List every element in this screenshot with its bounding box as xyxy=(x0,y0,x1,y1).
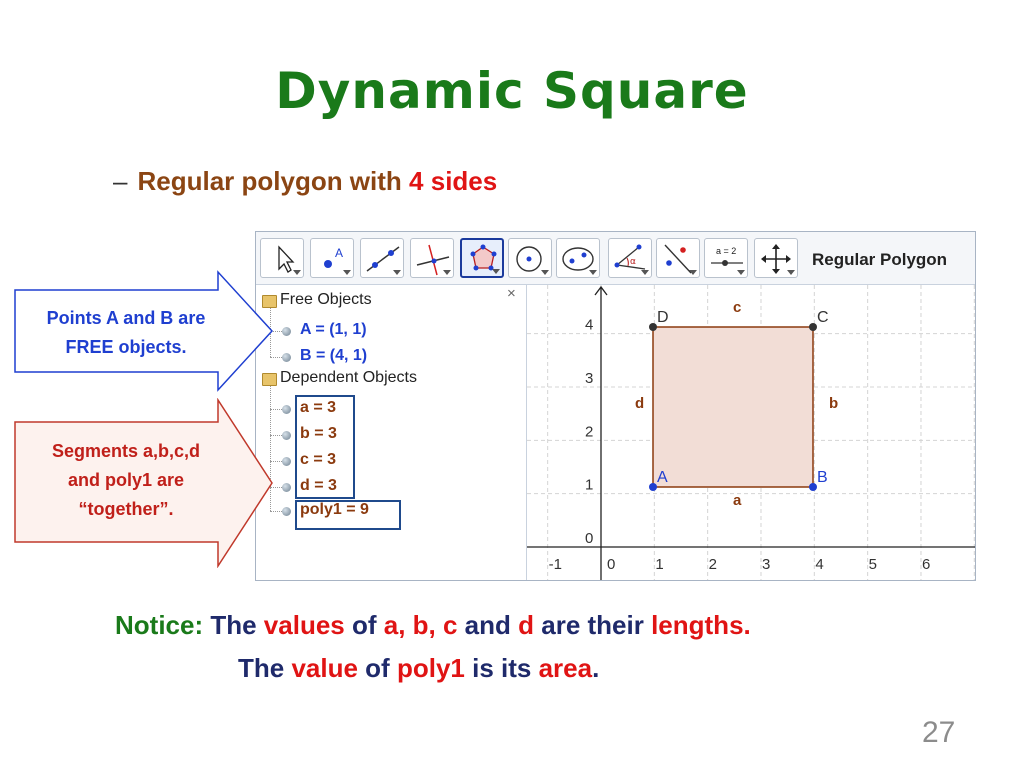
reflect-tool-button[interactable] xyxy=(656,238,700,278)
free-objects-callout-text: Points A and B are FREE objects. xyxy=(18,304,234,362)
y-tick-label: 1 xyxy=(585,477,593,494)
visibility-toggle-icon[interactable] xyxy=(282,507,291,516)
dependent-objects-header[interactable]: Dependent Objects xyxy=(280,369,417,387)
segment-c-label: c xyxy=(733,299,741,316)
slide-subtitle: – Regular polygon with 4 sides xyxy=(113,166,497,197)
y-tick-label: 4 xyxy=(585,317,593,334)
dependent-object-d[interactable]: d = 3 xyxy=(300,477,337,495)
notice-highlight: poly1 xyxy=(396,653,465,683)
svg-text:a = 2: a = 2 xyxy=(716,246,736,256)
y-tick-label: 3 xyxy=(585,370,593,387)
regular-polygon-tool-button[interactable] xyxy=(460,238,504,278)
y-tick-label: 0 xyxy=(585,530,593,547)
svg-text:α: α xyxy=(630,257,636,267)
polygon-poly1[interactable] xyxy=(653,327,813,487)
visibility-toggle-icon[interactable] xyxy=(282,457,291,466)
notice-highlight: a, b, c xyxy=(383,610,458,640)
callout-line: Segments a,b,c,d xyxy=(51,441,201,461)
point-c-label: C xyxy=(817,309,829,326)
notice-highlight: area xyxy=(538,653,593,683)
dependent-object-a[interactable]: a = 3 xyxy=(300,399,336,417)
selected-tool-name: Regular Polygon xyxy=(812,250,948,269)
algebra-view: × Free Objects A = (1, 1) B = (4, 1) Dep… xyxy=(256,285,527,580)
notice-line-2: The value of poly1 is its area. xyxy=(238,653,599,684)
free-object-b[interactable]: B = (4, 1) xyxy=(300,347,367,365)
geogebra-window: A α a = 2 Regular Polygon × Free Objects… xyxy=(255,231,976,581)
slide-title: Dynamic Square xyxy=(275,62,749,120)
x-tick-label: 3 xyxy=(762,556,770,573)
visibility-toggle-icon[interactable] xyxy=(282,483,291,492)
move-graphics-tool-button[interactable] xyxy=(754,238,798,278)
notice-text: of xyxy=(344,610,384,640)
slider-tool-button[interactable]: a = 2 xyxy=(704,238,748,278)
callout-line: and poly1 are xyxy=(67,470,185,490)
x-tick-label: -1 xyxy=(549,556,562,573)
segment-d-label: d xyxy=(635,395,644,412)
segment-b-label: b xyxy=(829,395,838,412)
notice-highlight: value xyxy=(291,653,358,683)
y-tick-label: 2 xyxy=(585,423,593,440)
notice-highlight: lengths. xyxy=(651,610,751,640)
notice-line-1: Notice: The values of a, b, c and d are … xyxy=(115,610,751,641)
x-tick-label: 5 xyxy=(869,556,877,573)
svg-text:A: A xyxy=(335,246,343,260)
circle-tool-button[interactable] xyxy=(508,238,552,278)
line-tool-button[interactable] xyxy=(360,238,404,278)
point-c[interactable] xyxy=(809,323,817,331)
graphics-view[interactable]: -1 0 1 2 3 4 5 6 0 1 2 3 4 A B C D a b c d xyxy=(527,285,975,580)
point-d-label: D xyxy=(657,309,669,326)
regular-polygon-icon xyxy=(470,244,497,271)
angle-tool-button[interactable]: α xyxy=(608,238,652,278)
notice-text: is its xyxy=(464,653,539,683)
x-tick-label: 0 xyxy=(607,556,615,573)
dependent-object-poly1[interactable]: poly1 = 9 xyxy=(300,501,369,519)
notice-label: Notice: xyxy=(115,610,204,640)
notice-text: The xyxy=(203,610,264,640)
point-b[interactable] xyxy=(809,483,817,491)
segment-a-label: a xyxy=(733,492,742,509)
dependent-object-c[interactable]: c = 3 xyxy=(300,451,336,469)
subtitle-prefix: Regular polygon with xyxy=(137,166,402,196)
subtitle-highlight: 4 sides xyxy=(409,166,498,196)
visibility-toggle-icon[interactable] xyxy=(282,431,291,440)
coordinate-plane[interactable]: -1 0 1 2 3 4 5 6 0 1 2 3 4 A B C D a b c d xyxy=(527,285,975,580)
notice-text: . xyxy=(592,653,600,683)
callout-line: Points A and B are xyxy=(46,308,206,328)
notice-text: and xyxy=(457,610,519,640)
notice-text: are their xyxy=(534,610,652,640)
free-object-a[interactable]: A = (1, 1) xyxy=(300,321,367,339)
x-tick-label: 4 xyxy=(815,556,823,573)
free-objects-header[interactable]: Free Objects xyxy=(280,291,372,309)
x-tick-label: 6 xyxy=(922,556,930,573)
callout-line: FREE objects. xyxy=(65,337,187,357)
ellipse-tool-button[interactable] xyxy=(556,238,600,278)
notice-text: The xyxy=(238,653,292,683)
page-number: 27 xyxy=(922,716,956,749)
visibility-toggle-icon[interactable] xyxy=(282,327,291,336)
dependent-object-b[interactable]: b = 3 xyxy=(300,425,337,443)
point-a-label: A xyxy=(657,469,668,486)
x-tick-label: 1 xyxy=(655,556,663,573)
visibility-toggle-icon[interactable] xyxy=(282,405,291,414)
notice-highlight: d xyxy=(518,610,535,640)
subtitle-dash: – xyxy=(113,166,128,196)
close-algebra-icon[interactable]: × xyxy=(507,285,516,302)
notice-highlight: values xyxy=(263,610,345,640)
callout-line: “together”. xyxy=(78,499,174,519)
point-d[interactable] xyxy=(649,323,657,331)
point-tool-button[interactable]: A xyxy=(310,238,354,278)
toolbar: A α a = 2 Regular Polygon xyxy=(256,232,975,285)
visibility-toggle-icon[interactable] xyxy=(282,353,291,362)
x-tick-label: 2 xyxy=(709,556,717,573)
point-b-label: B xyxy=(817,469,828,486)
perpendicular-tool-button[interactable] xyxy=(410,238,454,278)
notice-text: of xyxy=(357,653,397,683)
dependent-objects-callout-text: Segments a,b,c,d and poly1 are “together… xyxy=(18,437,234,524)
point-a[interactable] xyxy=(649,483,657,491)
